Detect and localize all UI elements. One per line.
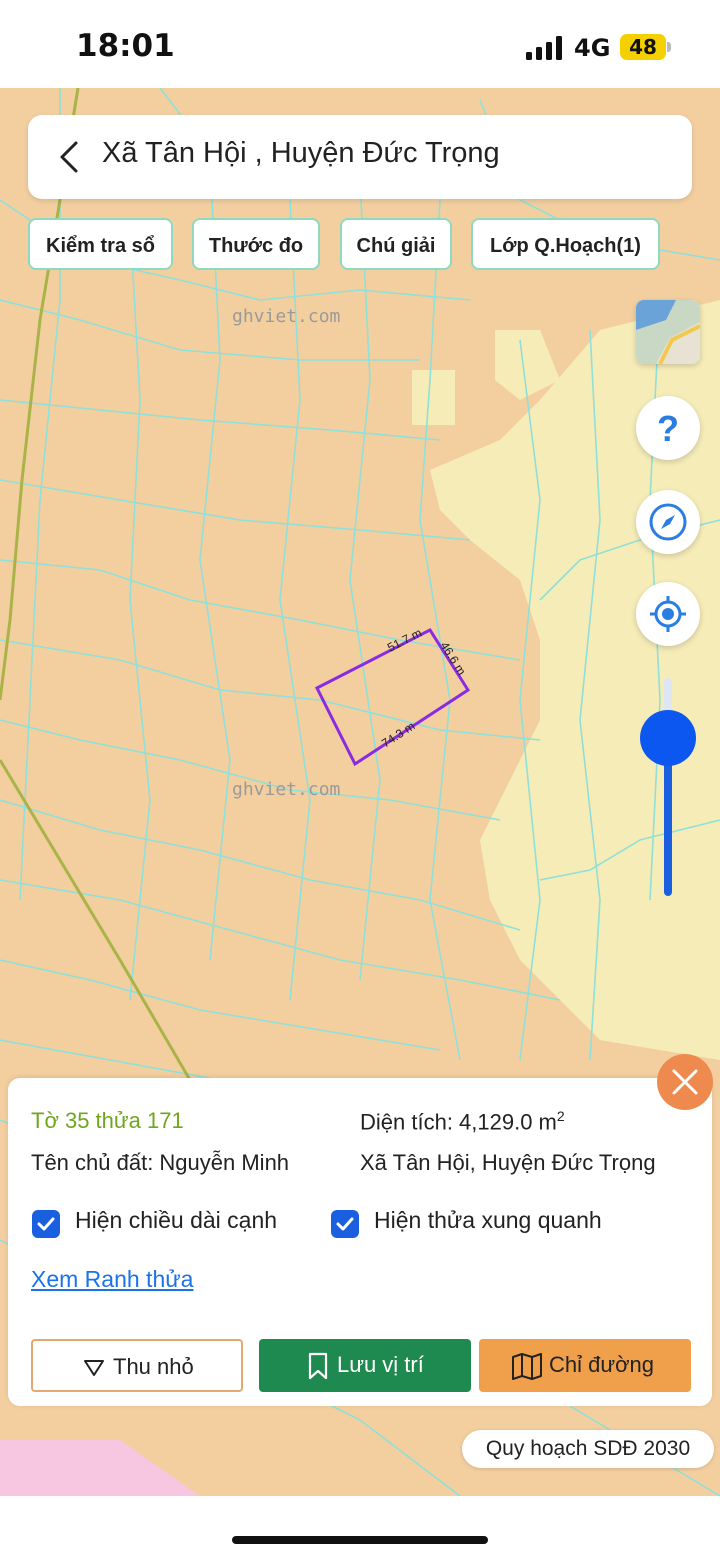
- neighbors-checkbox[interactable]: [331, 1210, 359, 1238]
- zoom-slider-thumb[interactable]: [640, 710, 696, 766]
- edge-label-bottom: 74.3 m: [379, 719, 417, 751]
- status-bar: 18:01 4G 48: [0, 0, 720, 88]
- watermark: ghviet.com: [232, 306, 340, 327]
- signal-icon: [526, 36, 562, 60]
- map-icon: [512, 1353, 542, 1380]
- location-title: Xã Tân Hội , Huyện Đức Trọng: [102, 137, 500, 169]
- edge-label-top: 51.7 m: [385, 626, 424, 655]
- edge-length-label[interactable]: Hiện chiều dài cạnh: [75, 1207, 277, 1234]
- parcel-area-value: Diện tích: 4,129.0 m: [360, 1109, 557, 1135]
- battery-tip: [667, 42, 671, 52]
- battery-icon: 48: [620, 34, 666, 60]
- close-button[interactable]: [657, 1054, 713, 1110]
- bottom-bar: [0, 1496, 720, 1559]
- home-indicator[interactable]: [232, 1536, 488, 1544]
- check-icon: [37, 1217, 55, 1231]
- status-time: 18:01: [76, 28, 175, 64]
- shrink-button[interactable]: Thu nhỏ: [31, 1339, 243, 1392]
- watermark-2: ghviet.com: [232, 779, 340, 800]
- chip-check-book[interactable]: Kiểm tra sổ: [28, 218, 173, 270]
- parcel-area: Diện tích: 4,129.0 m2: [360, 1108, 565, 1135]
- neighbors-label[interactable]: Hiện thửa xung quanh: [374, 1207, 602, 1234]
- bookmark-icon: [308, 1352, 328, 1380]
- map-zone-plot: [412, 370, 455, 425]
- parcel-location: Xã Tân Hội, Huyện Đức Trọng: [360, 1150, 656, 1175]
- map-zone-pink: [0, 1440, 200, 1496]
- parcel-area-unit-sup: 2: [556, 1108, 565, 1124]
- map-layers-button[interactable]: [636, 300, 700, 364]
- locate-icon: [650, 596, 686, 632]
- directions-label: Chỉ đường: [549, 1352, 654, 1377]
- help-icon: ?: [657, 408, 679, 448]
- compass-icon: [649, 503, 687, 541]
- triangle-down-icon: [84, 1360, 104, 1376]
- compass-button[interactable]: [636, 490, 700, 554]
- parcel-owner: Tên chủ đất: Nguyễn Minh: [31, 1150, 290, 1175]
- network-type: 4G: [574, 34, 611, 62]
- plan-label[interactable]: Quy hoạch SDĐ 2030: [462, 1430, 714, 1468]
- chevron-left-icon[interactable]: [50, 137, 90, 177]
- map-layers-icon: [636, 300, 700, 364]
- shrink-label: Thu nhỏ: [113, 1354, 194, 1379]
- help-button[interactable]: ?: [636, 396, 700, 460]
- chip-plan-layer[interactable]: Lớp Q.Hoạch(1): [471, 218, 660, 270]
- view-boundary-link[interactable]: Xem Ranh thửa: [31, 1266, 193, 1293]
- save-location-button[interactable]: Lưu vị trí: [259, 1339, 471, 1392]
- check-icon: [336, 1217, 354, 1231]
- directions-button[interactable]: Chỉ đường: [479, 1339, 691, 1392]
- edge-label-right: 46.6 m: [437, 639, 468, 678]
- svg-text:?: ?: [657, 408, 679, 448]
- locate-button[interactable]: [636, 582, 700, 646]
- search-bar: Xã Tân Hội , Huyện Đức Trọng: [28, 115, 692, 199]
- chip-legend[interactable]: Chú giải: [340, 218, 452, 270]
- edge-length-checkbox[interactable]: [32, 1210, 60, 1238]
- save-location-label: Lưu vị trí: [337, 1352, 424, 1377]
- close-icon: [672, 1069, 698, 1095]
- chip-ruler[interactable]: Thước đo: [192, 218, 320, 270]
- parcel-id: Tờ 35 thửa 171: [31, 1108, 184, 1133]
